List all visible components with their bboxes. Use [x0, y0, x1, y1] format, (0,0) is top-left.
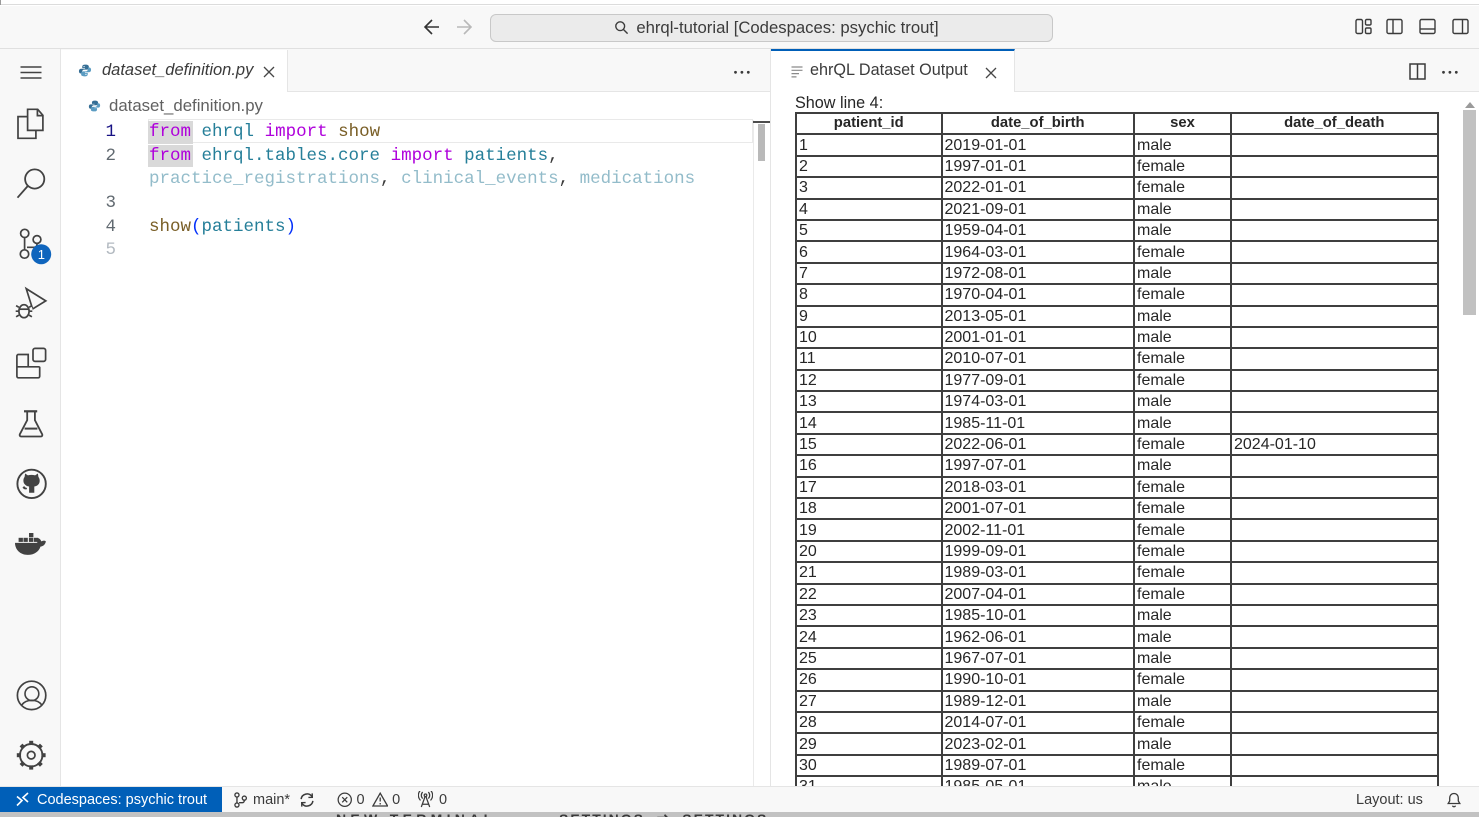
svg-text:1: 1	[38, 247, 45, 262]
